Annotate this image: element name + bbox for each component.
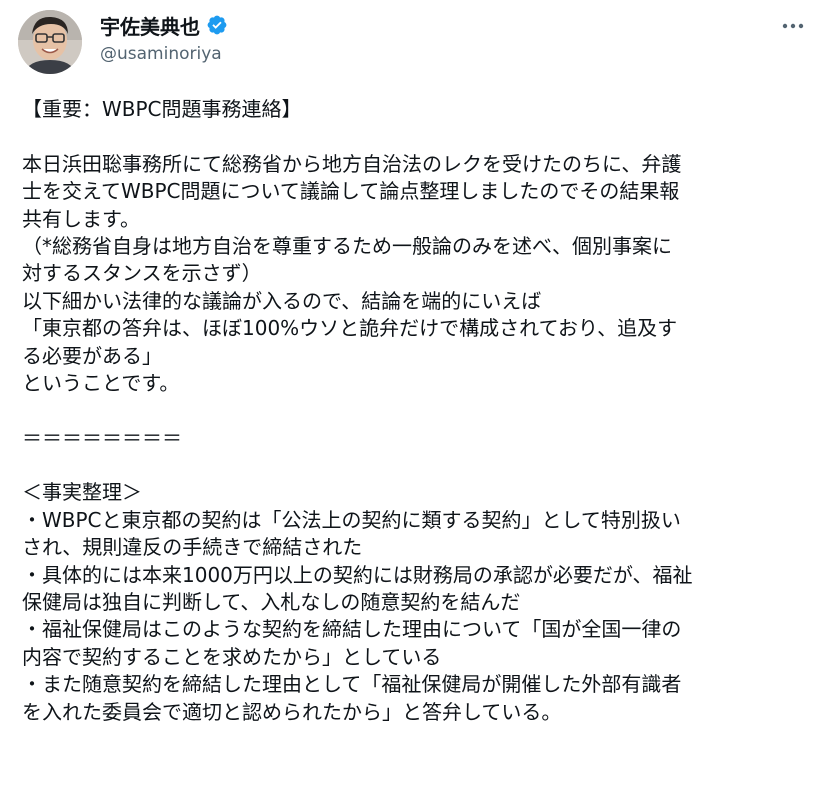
tweet-line: ＝＝＝＝＝＝＝＝ — [22, 425, 182, 450]
tweet-line: され、規則違反の手続きで締結された — [22, 535, 363, 560]
tweet-line: 士を交えてWBPC問題について議論して論点整理しましたのでその結果報 — [22, 179, 680, 204]
tweet-line: （*総務省自身は地方自治を尊重するため一般論のみを述べ、個別事案に — [22, 233, 672, 258]
tweet-line: 保健局は独自に判断して、入札なしの随意契約を結んだ — [22, 590, 521, 615]
more-options-button[interactable] — [776, 14, 810, 38]
avatar[interactable] — [18, 10, 82, 74]
name-row: 宇佐美典也 — [100, 10, 228, 40]
tweet-line: 対するスタンスを示さず） — [22, 261, 262, 286]
tweet-line: ・福祉保健局はこのような契約を締結した理由について「国が全国一律の — [22, 617, 682, 642]
author-handle[interactable]: @usaminoriya — [100, 44, 228, 64]
tweet-line: 内容で契約することを求めたから」としている — [22, 644, 442, 669]
tweet-line: 共有します。 — [22, 206, 140, 231]
tweet-line: ということです。 — [22, 370, 180, 395]
tweet-line: る必要がある」 — [22, 343, 162, 368]
tweet-header: 宇佐美典也 @usaminoriya — [16, 6, 816, 76]
tweet-line — [22, 123, 822, 150]
person-avatar-icon — [18, 10, 82, 74]
tweet-line: ＜事実整理＞ — [22, 480, 142, 505]
author-display-name[interactable]: 宇佐美典也 — [100, 11, 200, 40]
tweet-line: ・また随意契約を締結した理由として「福祉保健局が開催した外部有識者 — [22, 672, 682, 697]
author-info: 宇佐美典也 @usaminoriya — [100, 10, 228, 64]
tweet-line: 【重要：WBPC問題事務連絡】 — [22, 97, 302, 121]
tweet-line — [22, 452, 822, 479]
tweet-line: ・WBPCと東京都の契約は「公法上の契約に類する契約」として特別扱い — [22, 507, 681, 532]
tweet-text: 【重要：WBPC問題事務連絡】 本日浜田聡事務所にて総務省から地方自治法のレクを… — [22, 96, 822, 726]
tweet-line: を入れた委員会で適切と認められたから」と答弁している。 — [22, 699, 562, 724]
verified-badge-icon — [206, 14, 228, 36]
more-horizontal-icon — [782, 23, 804, 29]
tweet-line — [22, 397, 822, 424]
tweet-line: ・具体的には本来1000万円以上の契約には財務局の承認が必要だが、福祉 — [22, 562, 693, 587]
tweet-line: 以下細かい法律的な議論が入るので、結論を端的にいえば — [22, 288, 542, 313]
tweet-line: 「東京都の答弁は、ほぼ100%ウソと詭弁だけで構成されており、追及す — [22, 316, 678, 341]
tweet-line: 本日浜田聡事務所にて総務省から地方自治法のレクを受けたのちに、弁護 — [22, 151, 682, 176]
